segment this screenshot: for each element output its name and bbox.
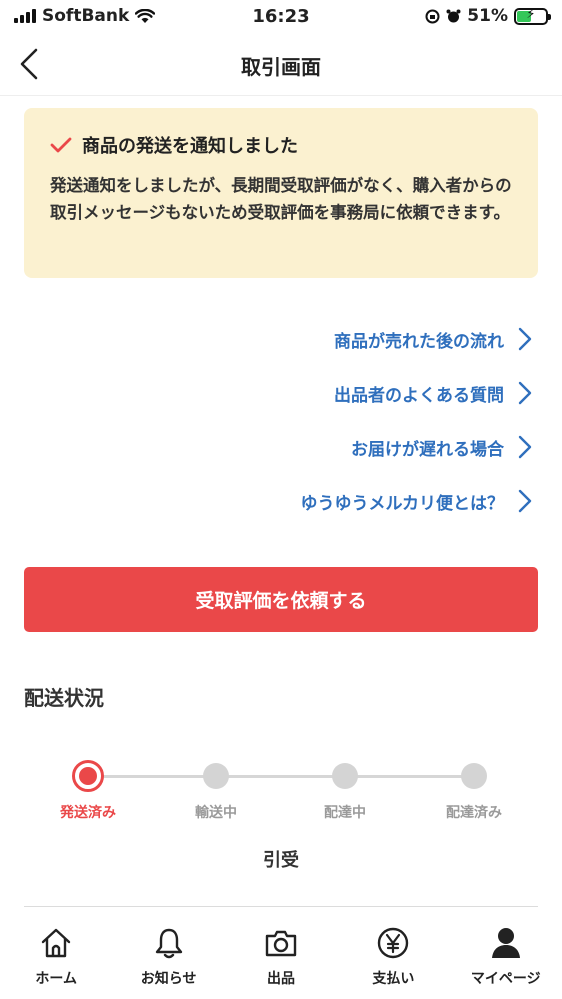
tab-label: 支払い: [372, 971, 415, 987]
step-delivered: 配達済み: [414, 760, 534, 822]
shipping-notice: 商品の発送を通知しました 発送通知をしましたが、長期間受取評価がなく、購入者から…: [24, 108, 538, 278]
home-icon: [41, 928, 71, 958]
tab-sell[interactable]: 出品: [225, 924, 337, 999]
chevron-right-icon: [518, 381, 532, 405]
tab-label: マイページ: [470, 971, 541, 987]
step-dot: [332, 763, 358, 789]
tab-label: お知らせ: [140, 971, 197, 987]
link-seller-faq[interactable]: 出品者のよくある質問: [52, 366, 532, 420]
link-label: 商品が売れた後の流れ: [334, 331, 504, 352]
tab-label: 出品: [266, 971, 295, 987]
checkmark-icon: [50, 137, 72, 153]
battery-percent: 51%: [467, 6, 508, 26]
link-yuyu-mercari-bin[interactable]: ゆうゆうメルカリ便とは？: [52, 474, 532, 528]
tab-mypage[interactable]: マイページ: [450, 924, 562, 999]
battery-icon: ⚡: [514, 7, 551, 25]
yen-icon: [378, 927, 409, 959]
step-out-for-delivery: 配達中: [285, 760, 405, 822]
tab-bar: ホーム お知らせ 出品 支払い マイページ: [0, 924, 562, 999]
notice-heading: 商品の発送を通知しました: [82, 136, 298, 157]
tab-payment[interactable]: 支払い: [337, 924, 449, 999]
navigation-bar: 取引画面: [0, 34, 562, 96]
link-label: お届けが遅れる場合: [351, 439, 504, 460]
tab-notifications[interactable]: お知らせ: [112, 924, 224, 999]
shipping-status-title: 配送状況: [24, 686, 104, 710]
person-icon: [491, 928, 520, 958]
bell-icon: [155, 928, 182, 959]
tab-home[interactable]: ホーム: [0, 924, 112, 999]
page-title: 取引画面: [241, 55, 321, 79]
step-dot: [461, 763, 487, 789]
shipping-stepper: 発送済み 輸送中 配達中 配達済み: [0, 760, 562, 830]
step-label: 配達中: [324, 805, 366, 821]
notice-heading-row: 商品の発送を通知しました: [50, 132, 512, 158]
step-label: 輸送中: [195, 805, 237, 821]
step-dot-active: [72, 760, 104, 792]
alarm-icon: [446, 9, 461, 22]
tab-label: ホーム: [35, 971, 77, 987]
notice-body: 発送通知をしましたが、長期間受取評価がなく、購入者からの取引メッセージもないため…: [50, 176, 512, 222]
camera-icon: [265, 930, 297, 957]
link-delivery-delay[interactable]: お届けが遅れる場合: [52, 420, 532, 474]
divider: [24, 906, 538, 907]
orientation-lock-icon: [425, 9, 440, 23]
chevron-right-icon: [518, 327, 532, 351]
status-bar: SoftBank 16:23 51% ⚡: [0, 0, 562, 34]
request-receipt-evaluation-button[interactable]: 受取評価を依頼する: [24, 567, 538, 632]
step-shipped: 発送済み: [28, 760, 148, 822]
step-in-transit: 輸送中: [156, 760, 276, 822]
step-label: 配達済み: [446, 805, 502, 821]
link-flow-after-sale[interactable]: 商品が売れた後の流れ: [52, 312, 532, 366]
step-dot: [203, 763, 229, 789]
shipping-status-detail: 引受: [263, 850, 299, 871]
chevron-right-icon: [518, 435, 532, 459]
step-label: 発送済み: [60, 805, 116, 821]
link-label: ゆうゆうメルカリ便とは？: [300, 493, 505, 514]
status-right: 51% ⚡: [425, 6, 551, 26]
help-links: 商品が売れた後の流れ 出品者のよくある質問 お届けが遅れる場合 ゆうゆうメルカリ…: [52, 312, 532, 528]
chevron-right-icon: [518, 489, 532, 513]
link-label: 出品者のよくある質問: [334, 385, 504, 406]
